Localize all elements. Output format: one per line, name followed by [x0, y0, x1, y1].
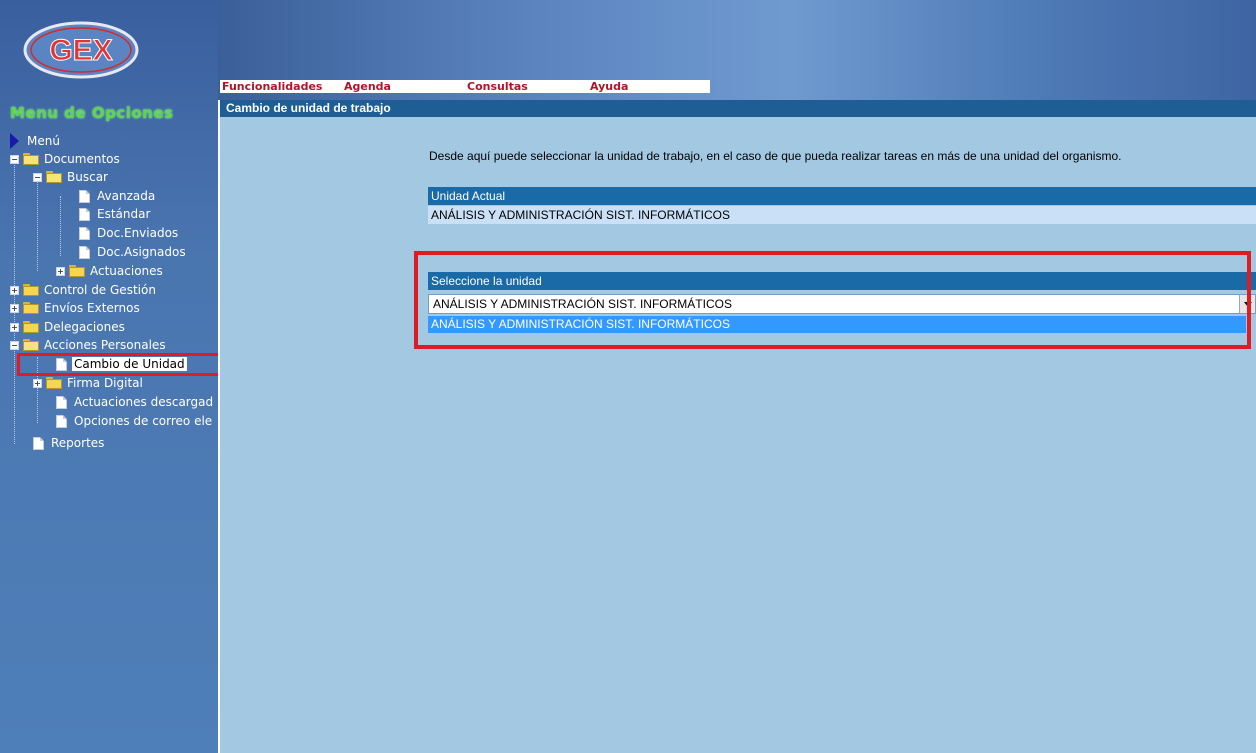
tab-funcionalidades[interactable]: Funcionalidades [220, 80, 342, 93]
tree-item-envios-externos[interactable]: + Envíos Externos [10, 299, 142, 317]
tree-item-documentos[interactable]: − Documentos [10, 150, 122, 168]
tree-item-buscar[interactable]: − Buscar [33, 168, 110, 186]
document-icon [79, 207, 90, 221]
tree-item-doc-asignados[interactable]: Doc.Asignados [79, 243, 188, 261]
svg-text:GEX: GEX [49, 34, 112, 67]
annotation-highlight-box [414, 251, 1251, 349]
tree-item-menu[interactable]: Menú [10, 132, 62, 150]
current-unit-label: Unidad Actual [428, 187, 1256, 205]
tree-item-delegaciones[interactable]: + Delegaciones [10, 318, 127, 336]
folder-open-icon [46, 171, 62, 183]
folder-open-icon [23, 153, 39, 165]
folder-open-icon [23, 339, 39, 351]
tree-connector [37, 181, 38, 271]
document-icon [33, 436, 44, 450]
tree-item-doc-enviados[interactable]: Doc.Enviados [79, 224, 180, 242]
collapse-icon[interactable]: − [33, 172, 42, 182]
tree-item-estandar[interactable]: Estándar [79, 205, 152, 223]
tab-ayuda[interactable]: Ayuda [588, 80, 710, 93]
expand-icon[interactable]: + [10, 285, 19, 295]
arrow-right-icon [10, 133, 19, 149]
document-icon [56, 395, 67, 409]
tree-item-reportes[interactable]: Reportes [33, 434, 106, 452]
top-tabs: Funcionalidades Agenda Consultas Ayuda [220, 80, 710, 93]
section-title: Cambio de unidad de trabajo [220, 100, 1256, 117]
folder-icon [23, 321, 39, 333]
collapse-icon[interactable]: − [10, 340, 19, 350]
sidebar: GEX Menu de Opciones Menú − Documentos −… [0, 0, 218, 753]
folder-icon [23, 284, 39, 296]
expand-icon[interactable]: + [10, 322, 19, 332]
current-unit-value: ANÁLISIS Y ADMINISTRACIÓN SIST. INFORMÁT… [428, 206, 1256, 224]
annotation-highlight-box [17, 353, 218, 376]
document-icon [79, 226, 90, 240]
menu-title: Menu de Opciones [10, 104, 174, 122]
collapse-icon[interactable]: − [10, 154, 19, 164]
tree-item-control-gestion[interactable]: + Control de Gestión [10, 281, 158, 299]
main-content: Cambio de unidad de trabajo Desde aquí p… [220, 100, 1256, 753]
gex-logo: GEX [23, 21, 139, 79]
tree-connector [60, 196, 61, 256]
tab-consultas[interactable]: Consultas [465, 80, 588, 93]
description-text: Desde aquí puede seleccionar la unidad d… [429, 149, 1122, 163]
folder-icon [46, 377, 62, 389]
tree-item-firma-digital[interactable]: + Firma Digital [33, 374, 145, 392]
folder-icon [69, 265, 85, 277]
tree-item-acciones-personales[interactable]: − Acciones Personales [10, 336, 168, 354]
folder-icon [23, 302, 39, 314]
tab-agenda[interactable]: Agenda [342, 80, 465, 93]
expand-icon[interactable]: + [10, 303, 19, 313]
expand-icon[interactable]: + [33, 378, 42, 388]
tree-item-opciones-correo[interactable]: Opciones de correo ele [56, 412, 214, 430]
tree-item-actuaciones[interactable]: + Actuaciones [56, 262, 165, 280]
tree-item-actuaciones-descargadas[interactable]: Actuaciones descargad [56, 393, 215, 411]
document-icon [79, 189, 90, 203]
document-icon [56, 414, 67, 428]
tree-item-avanzada[interactable]: Avanzada [79, 187, 157, 205]
document-icon [79, 245, 90, 259]
expand-icon[interactable]: + [56, 266, 65, 276]
